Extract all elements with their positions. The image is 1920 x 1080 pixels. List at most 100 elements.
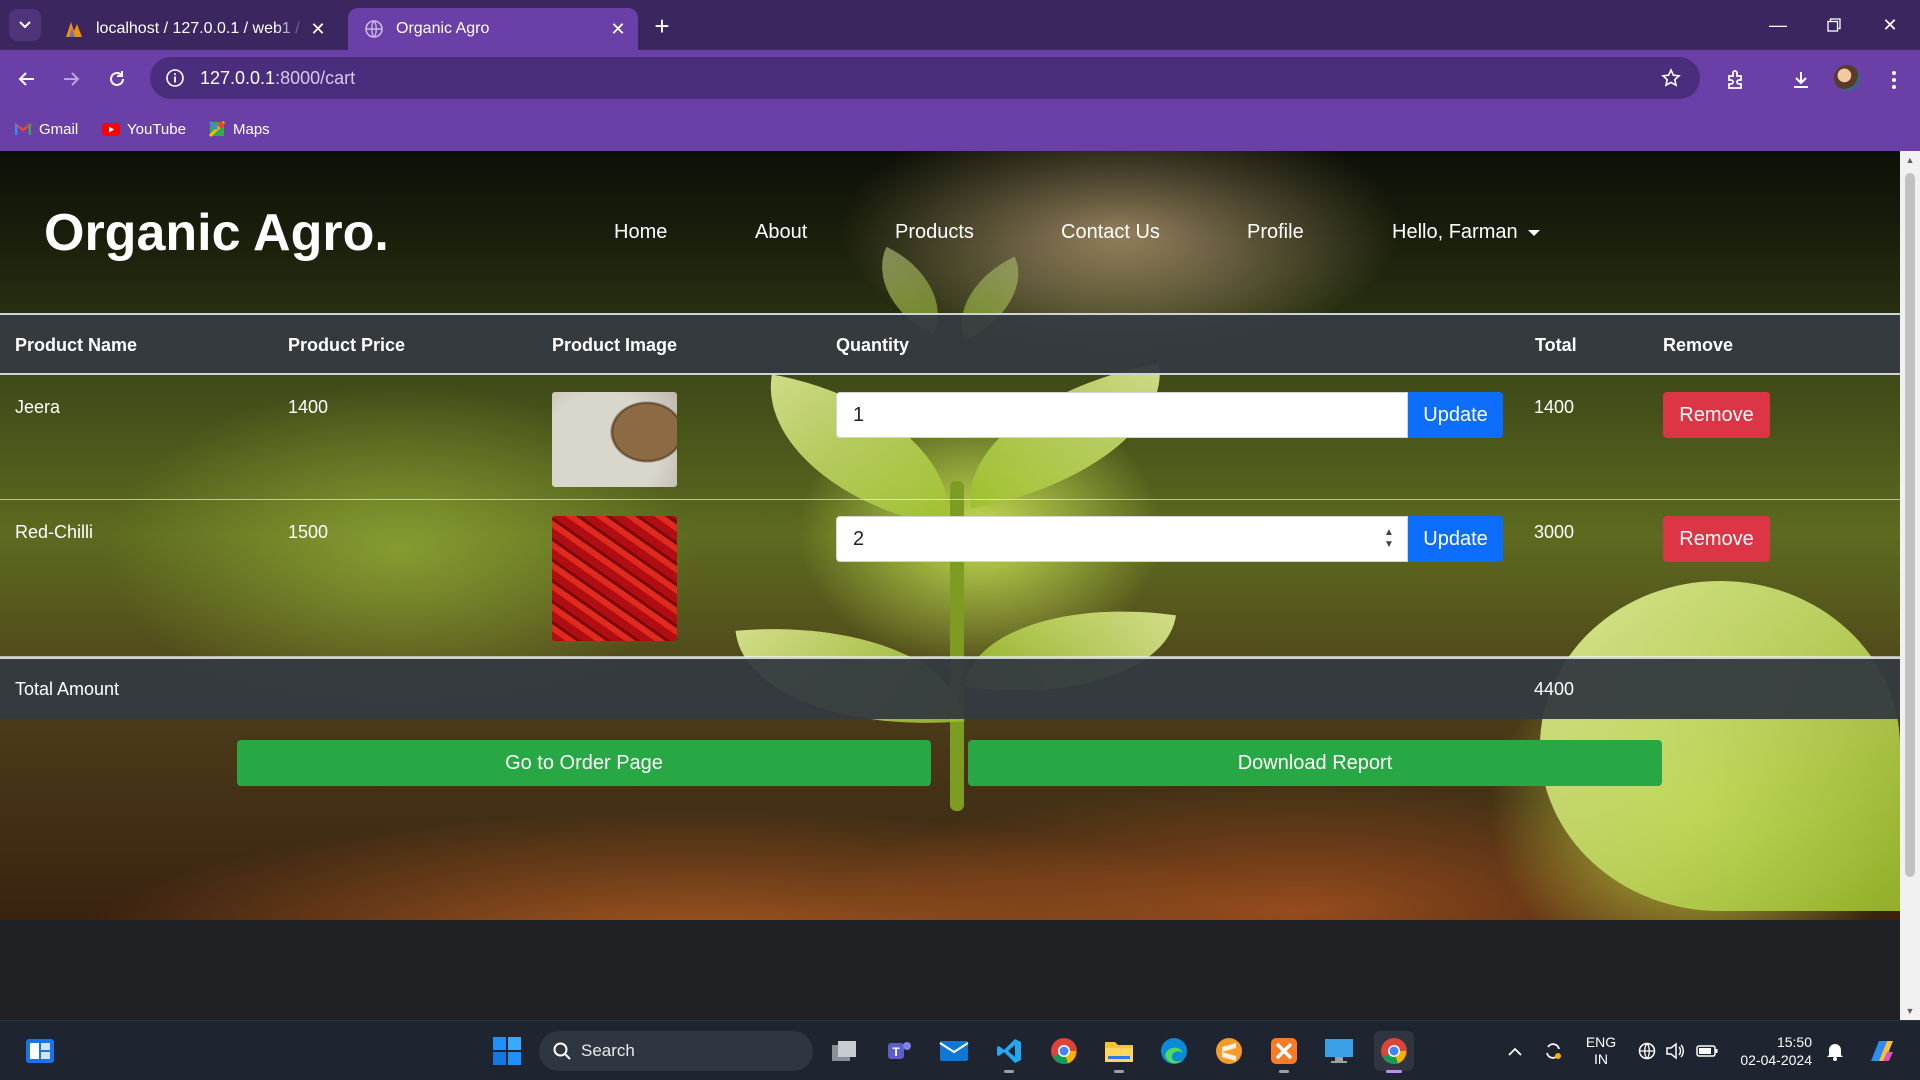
clock-time: 15:50 [1776, 1034, 1812, 1050]
header-remove: Remove [1663, 335, 1734, 355]
header-quantity: Quantity [836, 335, 910, 355]
page-scrollbar[interactable]: ▲ ▼ [1900, 151, 1920, 1020]
tab-title: localhost / 127.0.0.1 / web1 / or [96, 20, 306, 37]
user-menu[interactable]: Hello, Farman [1392, 221, 1540, 244]
forward-button[interactable] [54, 62, 88, 96]
browser-toolbar: 127.0.0.1:8000/cart [0, 50, 1920, 108]
start-windows-icon[interactable] [487, 1031, 527, 1071]
scroll-up-icon[interactable]: ▲ [1900, 151, 1920, 169]
sync-icon[interactable] [1538, 1021, 1568, 1080]
nav-about[interactable]: About [755, 221, 807, 244]
bookmark-youtube[interactable]: YouTube [102, 118, 186, 140]
close-tab-icon[interactable]: ✕ [606, 17, 630, 41]
close-window-button[interactable]: ✕ [1862, 0, 1918, 50]
running-indicator [1114, 1070, 1124, 1073]
reload-button[interactable] [100, 62, 134, 96]
nav-home[interactable]: Home [614, 221, 667, 244]
tab-phpmyadmin[interactable]: localhost / 127.0.0.1 / web1 / or ✕ [48, 8, 338, 50]
battery-icon[interactable] [1692, 1021, 1722, 1080]
close-tab-icon[interactable]: ✕ [306, 17, 330, 41]
arrow-right-icon [64, 72, 80, 86]
remove-button[interactable]: Remove [1663, 516, 1770, 562]
product-name: Red-Chilli [15, 522, 94, 542]
language-indicator[interactable]: ENG IN [1578, 1021, 1624, 1080]
quantity-input[interactable]: 2 ▲ ▼ [836, 516, 1408, 562]
page-viewport: Organic Agro. Home About Products Contac… [0, 151, 1920, 1020]
mail-icon[interactable] [934, 1031, 974, 1071]
quantity-spinner-icon[interactable]: ▲ ▼ [1383, 527, 1395, 551]
total-amount-label: Total Amount [15, 679, 120, 699]
nav-products[interactable]: Products [895, 221, 974, 244]
site-brand[interactable]: Organic Agro. [44, 203, 389, 263]
tab-search-button[interactable] [9, 9, 41, 41]
go-to-order-button[interactable]: Go to Order Page [237, 740, 931, 786]
table-row: Jeera 1400 1 Update 1400 Remove [0, 375, 1900, 500]
notification-bell-icon[interactable] [1822, 1021, 1848, 1080]
download-report-button[interactable]: Download Report [968, 740, 1662, 786]
url-host: 127.0.0.1 [200, 67, 276, 88]
new-tab-button[interactable]: + [648, 11, 676, 41]
network-globe-icon[interactable] [1634, 1021, 1660, 1080]
profile-avatar[interactable] [1834, 65, 1860, 91]
minimize-button[interactable]: — [1750, 0, 1806, 50]
bookmark-label: Gmail [39, 120, 79, 138]
tab-title: Organic Agro [396, 20, 490, 37]
tab-organic-agro[interactable]: Organic Agro ✕ [348, 8, 638, 50]
scroll-down-icon[interactable]: ▼ [1900, 1002, 1920, 1020]
taskbar-search[interactable]: Search [539, 1031, 813, 1071]
reload-icon [110, 71, 124, 86]
svg-text:T: T [892, 1045, 900, 1059]
edge-icon[interactable] [1154, 1031, 1194, 1071]
restore-button[interactable] [1806, 0, 1862, 50]
back-button[interactable] [10, 62, 44, 96]
bookmark-maps[interactable]: Maps [208, 118, 270, 140]
maps-icon [208, 120, 226, 138]
remove-button[interactable]: Remove [1663, 392, 1770, 438]
more-menu-icon[interactable] [1878, 64, 1910, 96]
bookmark-label: YouTube [127, 120, 186, 138]
extensions-icon[interactable] [1720, 64, 1752, 96]
nav-profile[interactable]: Profile [1247, 221, 1304, 244]
scroll-thumb[interactable] [1905, 173, 1915, 877]
widgets-icon[interactable] [20, 1031, 60, 1071]
running-indicator [1279, 1070, 1289, 1073]
update-button[interactable]: Update [1408, 516, 1503, 562]
header-product-name: Product Name [15, 335, 138, 355]
row-total: 1400 [1534, 397, 1575, 417]
caret-down-icon [1527, 229, 1540, 236]
running-indicator [1004, 1070, 1014, 1073]
chrome-active-icon[interactable] [1374, 1031, 1414, 1073]
nav-contact[interactable]: Contact Us [1061, 221, 1160, 244]
update-button[interactable]: Update [1408, 392, 1503, 438]
clock[interactable]: 15:50 02-04-2024 [1732, 1021, 1812, 1080]
bookmark-label: Maps [233, 120, 270, 138]
chrome-icon[interactable] [1044, 1031, 1084, 1071]
bookmarks-bar: Gmail YouTube Maps [0, 108, 1920, 151]
youtube-icon [102, 120, 120, 138]
product-image-red-chilli [552, 516, 677, 641]
bookmark-gmail[interactable]: Gmail [14, 118, 78, 140]
browser-tab-strip: localhost / 127.0.0.1 / web1 / or ✕ Orga… [0, 0, 1920, 50]
address-bar[interactable]: 127.0.0.1:8000/cart [150, 57, 1700, 99]
tray-overflow-chevron-icon[interactable] [1500, 1021, 1530, 1080]
product-price: 1500 [288, 522, 329, 542]
bookmark-star-icon[interactable] [1658, 65, 1684, 91]
quantity-input[interactable]: 1 [836, 392, 1408, 438]
volume-icon[interactable] [1662, 1021, 1688, 1080]
remote-desktop-icon[interactable] [1319, 1031, 1359, 1071]
file-explorer-icon[interactable] [1099, 1031, 1139, 1073]
search-icon [553, 1042, 571, 1060]
gmail-icon [14, 120, 32, 138]
sublime-icon[interactable] [1209, 1031, 1249, 1071]
product-price: 1400 [288, 397, 329, 417]
vscode-icon[interactable] [989, 1031, 1029, 1073]
site-info-icon[interactable] [162, 65, 188, 91]
copilot-icon[interactable] [1862, 1021, 1902, 1080]
xampp-icon[interactable] [1264, 1031, 1304, 1073]
task-view-icon[interactable] [824, 1031, 864, 1071]
download-icon[interactable] [1785, 64, 1817, 96]
table-row: Red-Chilli 1500 2 ▲ ▼ Update 3000 Remove [0, 500, 1900, 657]
phpmyadmin-icon [64, 19, 84, 39]
teams-icon[interactable]: T [879, 1031, 919, 1071]
site-navbar: Organic Agro. Home About Products Contac… [0, 151, 1900, 313]
